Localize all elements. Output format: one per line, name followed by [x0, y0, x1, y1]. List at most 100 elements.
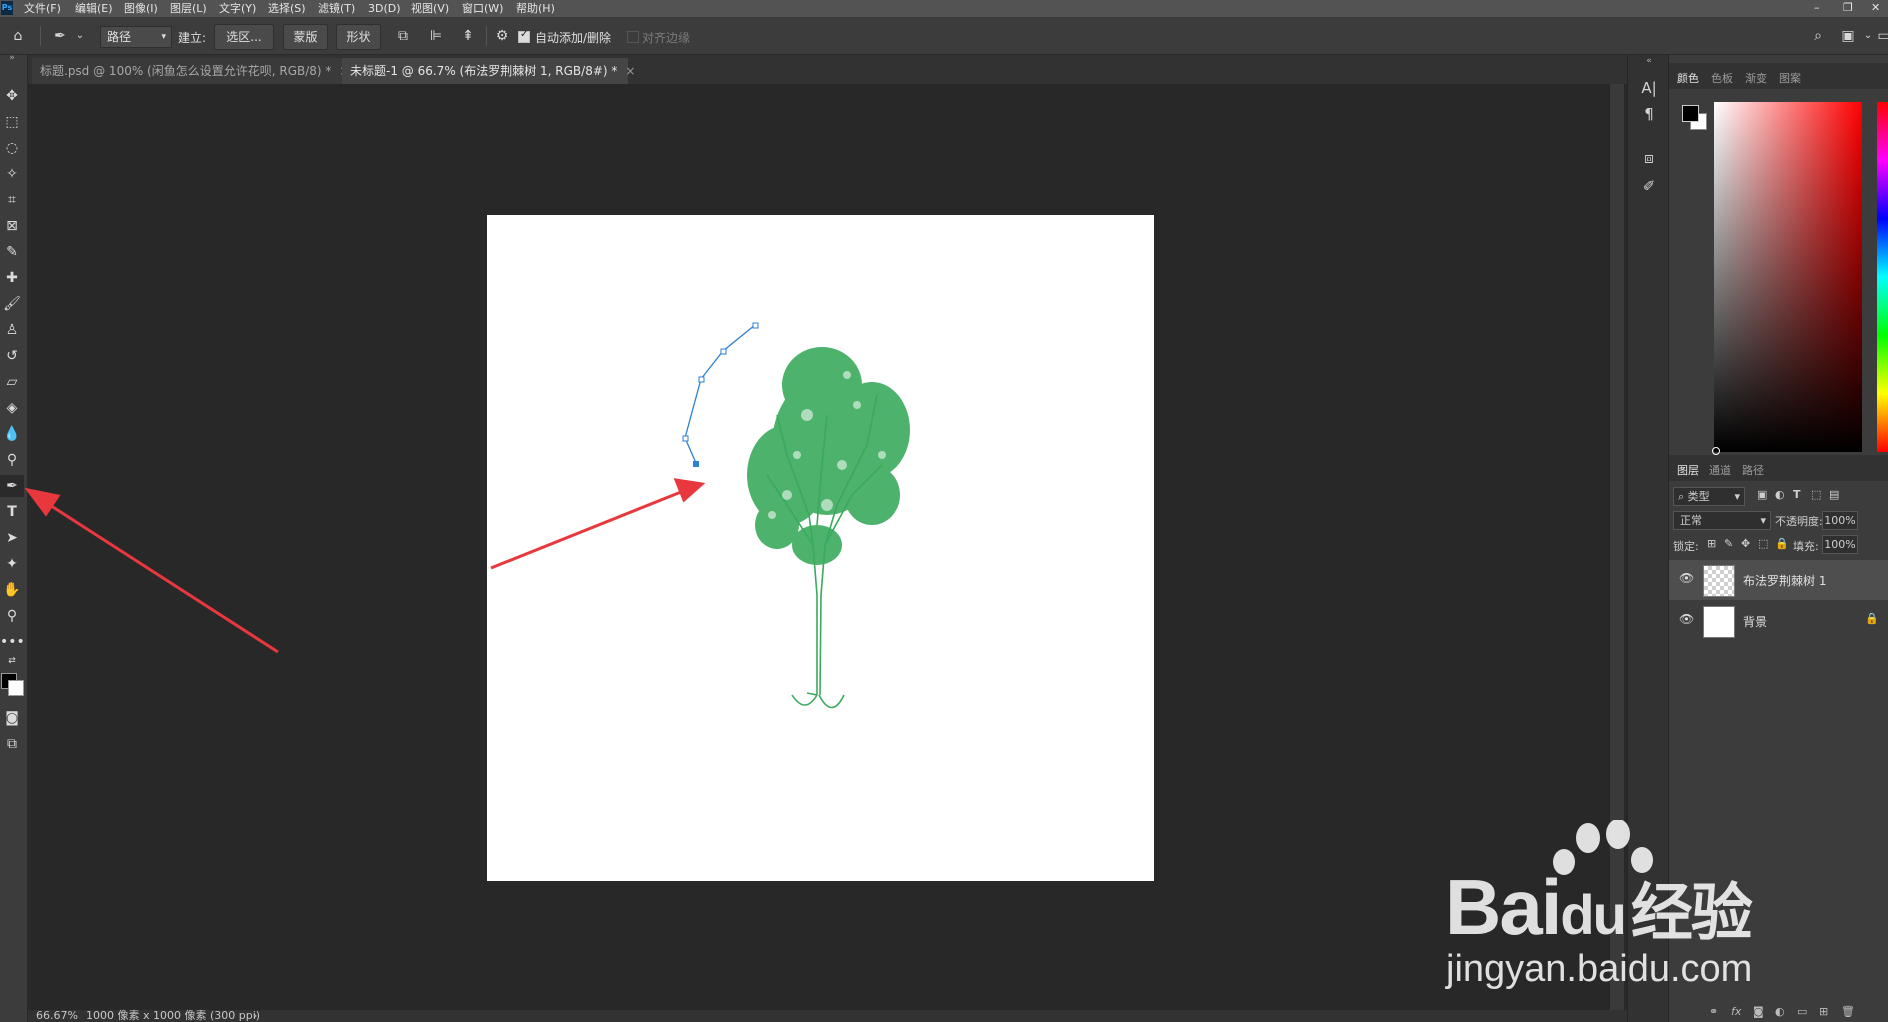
zoom-level[interactable]: 66.67%	[36, 1010, 78, 1022]
new-layer-icon[interactable]: ⊞	[1819, 1005, 1828, 1018]
dodge-tool-icon[interactable]: ⚲	[0, 449, 24, 471]
tab-color[interactable]: 颜色	[1677, 70, 1699, 86]
screen-mode-icon[interactable]: ⧉	[0, 733, 24, 755]
blur-tool-icon[interactable]: 💧	[0, 423, 24, 445]
document-canvas[interactable]	[487, 215, 1154, 881]
tab-gradients[interactable]: 渐变	[1745, 70, 1767, 86]
libraries-panel-icon[interactable]: ⧈	[1638, 147, 1660, 169]
layer-name[interactable]: 背景	[1743, 613, 1767, 630]
pen-tool-preset-icon[interactable]: ✒	[50, 26, 70, 46]
home-icon[interactable]: ⌂	[8, 26, 28, 46]
eyedropper-tool-icon[interactable]: ✎	[0, 241, 24, 263]
pen-tool-icon[interactable]: ✒	[0, 475, 24, 497]
anchor-point[interactable]	[698, 376, 705, 383]
tab-swatches[interactable]: 色板	[1711, 70, 1733, 86]
menu-view[interactable]: 视图(V)	[411, 1, 449, 16]
workspace-icon[interactable]: ▣	[1838, 26, 1858, 46]
path-alignment-icon[interactable]: ⊫	[426, 26, 446, 46]
magic-wand-tool-icon[interactable]: ✧	[0, 163, 24, 185]
clone-stamp-tool-icon[interactable]: ♙	[0, 319, 24, 341]
mask-button[interactable]: 蒙版	[283, 24, 328, 50]
swap-colors-icon[interactable]: ⇄	[0, 655, 24, 667]
crop-tool-icon[interactable]: ⌗	[0, 189, 24, 211]
color-picker-cursor[interactable]	[1712, 447, 1720, 455]
lasso-tool-icon[interactable]: ◌	[0, 137, 24, 159]
menu-layer[interactable]: 图层(L)	[170, 1, 207, 16]
fill-input[interactable]: 100%	[1822, 535, 1858, 554]
hand-tool-icon[interactable]: ✋	[0, 579, 24, 601]
tab-channels[interactable]: 通道	[1709, 462, 1731, 478]
lock-all-icon[interactable]: 🔒	[1775, 537, 1789, 550]
lock-artboard-icon[interactable]: ⬚	[1758, 537, 1768, 550]
close-icon[interactable]: ×	[625, 64, 635, 78]
layer-filter-select[interactable]: ⌕ 类型 ▾	[1673, 487, 1745, 506]
gear-icon[interactable]: ⚙	[492, 26, 512, 46]
menu-3d[interactable]: 3D(D)	[368, 1, 401, 16]
pen-path[interactable]	[682, 322, 759, 467]
filter-adjustment-icon[interactable]: ◐	[1775, 488, 1785, 501]
anchor-point[interactable]	[682, 435, 689, 442]
type-tool-icon[interactable]: T	[0, 501, 24, 523]
menu-filter[interactable]: 滤镜(T)	[318, 1, 355, 16]
minimize-button[interactable]: –	[1814, 1, 1820, 15]
filter-shape-icon[interactable]: ⬚	[1811, 488, 1821, 501]
active-anchor-point[interactable]	[693, 461, 699, 467]
anchor-point[interactable]	[752, 322, 759, 329]
anchor-point[interactable]	[720, 348, 727, 355]
path-selection-tool-icon[interactable]: ➤	[0, 527, 24, 549]
brush-settings-icon[interactable]: ✐	[1638, 175, 1660, 197]
mode-select[interactable]: 路径 ▾	[100, 26, 172, 48]
move-tool-icon[interactable]: ✥	[0, 85, 24, 107]
lock-position-icon[interactable]: ✥	[1741, 537, 1750, 550]
color-field[interactable]	[1714, 102, 1862, 452]
eye-icon[interactable]: 👁	[1679, 571, 1694, 585]
opacity-input[interactable]: 100%	[1822, 511, 1858, 530]
close-window-button[interactable]: ✕	[1871, 1, 1880, 15]
quick-mask-icon[interactable]: ◙	[0, 707, 24, 729]
shape-button[interactable]: 形状	[336, 24, 381, 50]
layer-row-background[interactable]: 👁 背景 🔒	[1669, 601, 1888, 641]
character-panel-icon[interactable]: A|	[1638, 77, 1660, 99]
marquee-tool-icon[interactable]: ⬚	[0, 111, 24, 133]
tab-layers[interactable]: 图层	[1677, 462, 1699, 478]
menu-type[interactable]: 文字(Y)	[219, 1, 256, 16]
collapse-panels-icon[interactable]: «	[1638, 50, 1660, 72]
menu-select[interactable]: 选择(S)	[268, 1, 306, 16]
menu-image[interactable]: 图像(I)	[124, 1, 158, 16]
share-icon[interactable]: ▭	[1874, 26, 1888, 46]
add-mask-icon[interactable]: ◙	[1753, 1005, 1764, 1018]
frame-tool-icon[interactable]: ⊠	[0, 215, 24, 237]
filter-smart-object-icon[interactable]: ▤	[1829, 488, 1839, 501]
menu-file[interactable]: 文件(F)	[24, 1, 61, 16]
search-icon[interactable]: ⌕	[1808, 26, 1828, 46]
filter-type-icon[interactable]: T	[1793, 488, 1801, 501]
adjustment-layer-icon[interactable]: ◐	[1775, 1005, 1785, 1018]
selection-button[interactable]: 选区...	[214, 24, 274, 50]
background-color-swatch[interactable]	[8, 680, 24, 696]
path-operations-icon[interactable]: ⧉	[393, 26, 413, 46]
path-arrangement-icon[interactable]: ⇞	[458, 26, 478, 46]
hue-slider[interactable]	[1877, 102, 1888, 452]
tab-title-psd[interactable]: 标题.psd @ 100% (闲鱼怎么设置允许花呗, RGB/8) *×	[32, 58, 358, 84]
lock-transparent-icon[interactable]: ⊞	[1707, 537, 1716, 550]
eraser-tool-icon[interactable]: ▱	[0, 371, 24, 393]
delete-layer-icon[interactable]: 🗑	[1841, 1005, 1855, 1018]
history-brush-tool-icon[interactable]: ↺	[0, 345, 24, 367]
menu-window[interactable]: 窗口(W)	[462, 1, 503, 16]
restore-button[interactable]: ❐	[1843, 1, 1853, 15]
collapse-toolbar-icon[interactable]: »	[0, 53, 24, 63]
filter-pixel-icon[interactable]: ▣	[1757, 488, 1767, 501]
layer-name[interactable]: 布法罗荆棘树 1	[1743, 572, 1826, 589]
tab-untitled-1[interactable]: 未标题-1 @ 66.7% (布法罗荆棘树 1, RGB/8#) * ×	[342, 58, 635, 84]
blend-mode-select[interactable]: 正常 ▾	[1673, 511, 1771, 530]
new-group-icon[interactable]: ▭	[1797, 1005, 1807, 1018]
menu-edit[interactable]: 编辑(E)	[75, 1, 113, 16]
eye-icon[interactable]: 👁	[1679, 612, 1694, 626]
healing-brush-tool-icon[interactable]: ✚	[0, 267, 24, 289]
brush-tool-icon[interactable]: 🖌	[0, 293, 24, 315]
lock-image-icon[interactable]: ✎	[1724, 537, 1733, 550]
chevron-down-icon[interactable]: ⌄	[70, 26, 90, 46]
tab-patterns[interactable]: 图案	[1779, 70, 1801, 86]
more-tools-icon[interactable]: •••	[0, 631, 25, 653]
zoom-tool-icon[interactable]: ⚲	[0, 605, 24, 627]
